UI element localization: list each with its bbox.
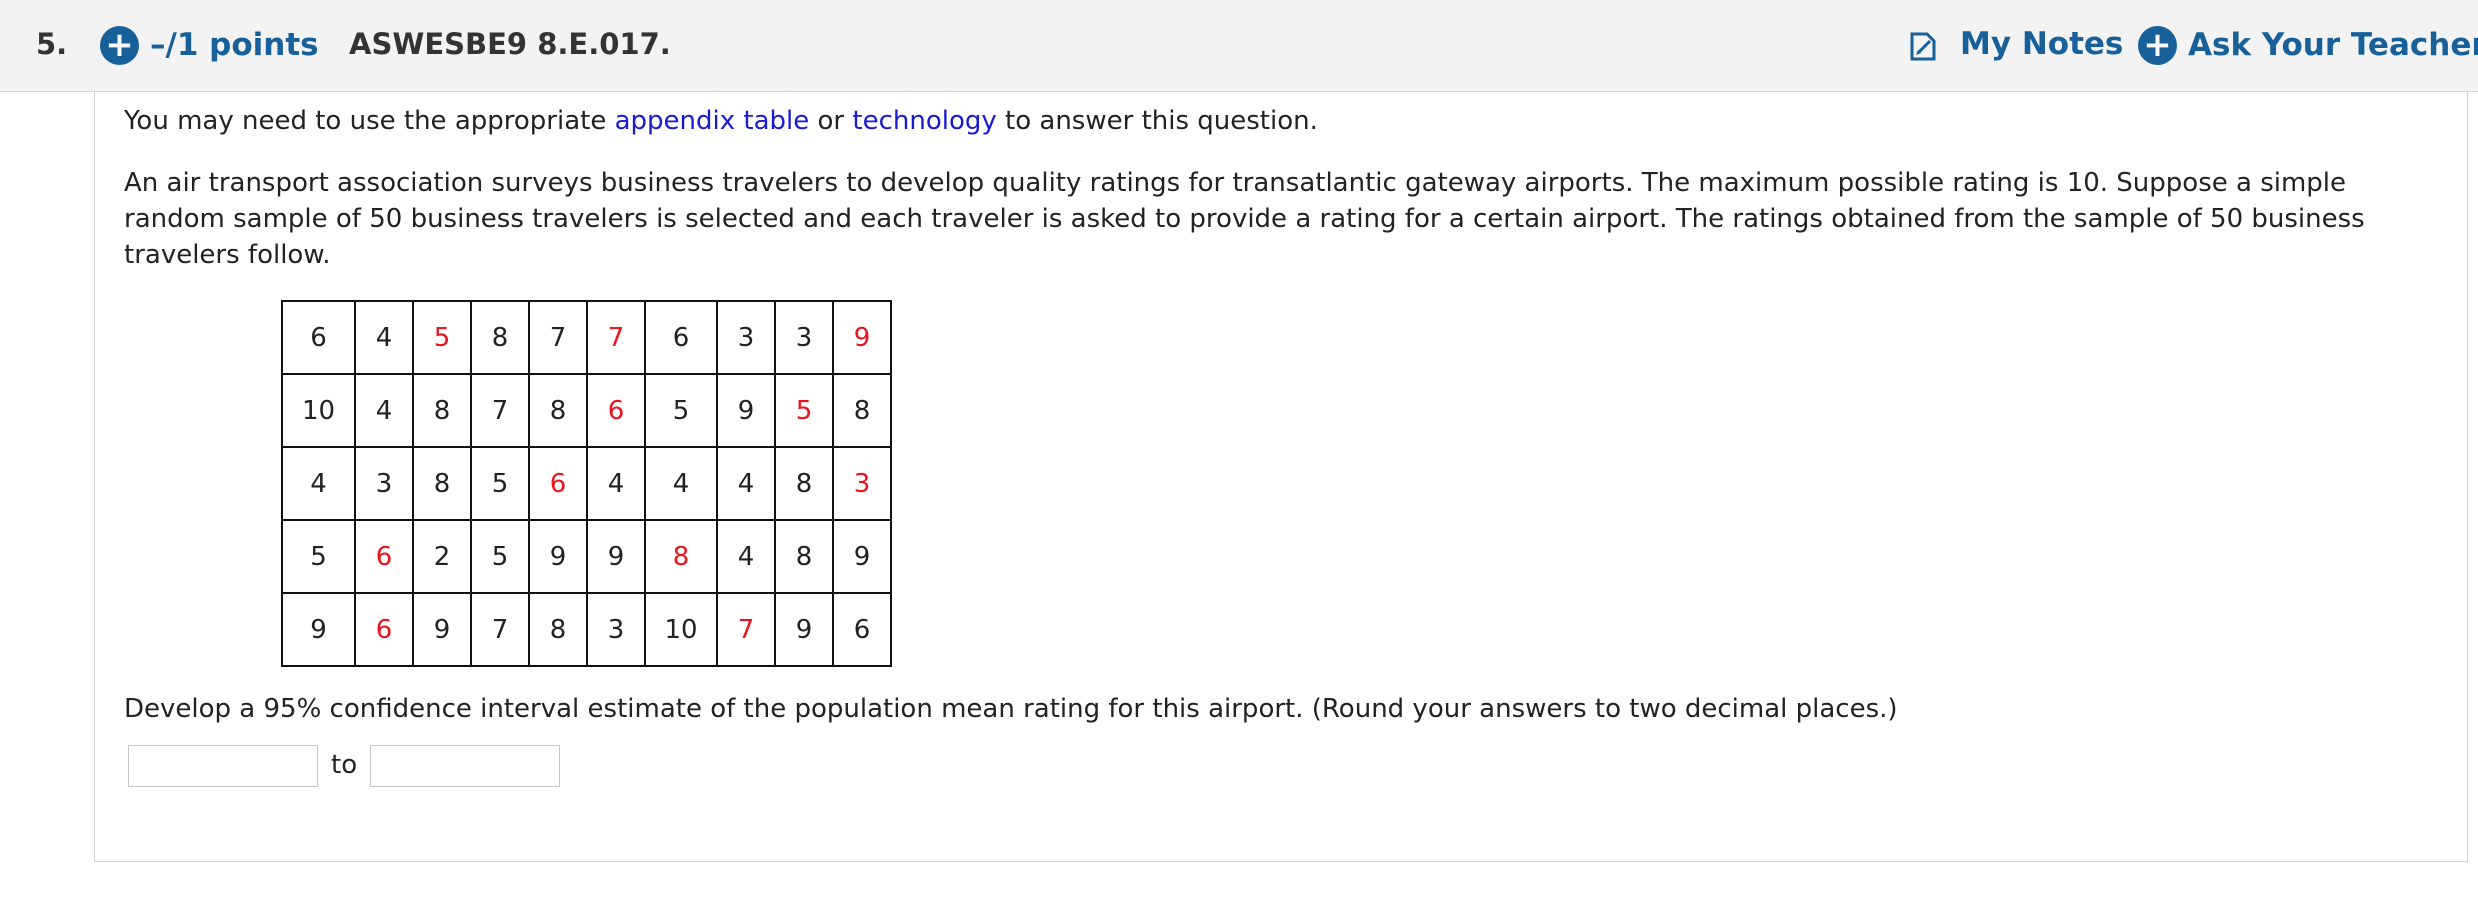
table-cell: 6 [832,592,892,667]
table-cell: 5 [774,373,834,448]
table-cell: 10 [281,373,356,448]
table-cell: 8 [644,519,718,594]
table-cell: 8 [528,592,588,667]
table-cell: 3 [832,446,892,521]
table-cell: 6 [644,300,718,375]
table-cell: 2 [412,519,472,594]
points-label: –/1 points [150,27,319,63]
table-cell: 6 [281,300,356,375]
table-cell: 3 [774,300,834,375]
table-cell: 8 [412,373,472,448]
table-cell: 8 [774,519,834,594]
table-cell: 4 [281,446,356,521]
table-cell: 7 [716,592,776,667]
table-cell: 6 [354,519,414,594]
table-cell: 4 [354,300,414,375]
plus-circle-icon: + [100,26,139,65]
table-cell: 5 [470,446,530,521]
question-id: ASWESBE9 8.E.017. [349,27,671,61]
table-cell: 7 [586,300,646,375]
table-row: 9 6 9 7 8 3 10 7 9 6 [281,592,892,667]
table-cell: 9 [716,373,776,448]
table-cell: 5 [281,519,356,594]
table-cell: 6 [528,446,588,521]
table-cell: 8 [832,373,892,448]
ratings-table: 6 4 5 8 7 7 6 3 3 9 10 4 8 7 8 6 5 9 5 8 4 3 8 5 6 4 4 4 8 3 5 6 2 5 9 9 8 4 8… [281,300,892,667]
upper-bound-input[interactable] [370,745,560,787]
intro-prefix: You may need to use the appropriate [124,106,615,136]
table-cell: 8 [528,373,588,448]
table-cell: 4 [354,373,414,448]
table-cell: 9 [412,592,472,667]
appendix-table-link[interactable]: appendix table [615,106,810,136]
table-cell: 3 [586,592,646,667]
table-cell: 6 [354,592,414,667]
table-row: 6458776339 [281,300,892,375]
table-row: 10 4 8 7 8 6 5 9 5 8 [281,373,892,448]
note-edit-icon [1910,32,1936,61]
plus-circle-icon: + [2138,26,2177,65]
table-cell: 4 [716,519,776,594]
intro-middle: or [809,106,853,136]
to-label: to [331,750,358,780]
table-cell: 4 [644,446,718,521]
table-cell: 9 [528,519,588,594]
table-cell: 4 [716,446,776,521]
table-row: 5625998489 [281,519,892,594]
table-cell: 9 [774,592,834,667]
table-cell: 9 [586,519,646,594]
table-cell: 5 [412,300,472,375]
table-cell: 4 [586,446,646,521]
table-cell: 3 [716,300,776,375]
table-cell: 10 [644,592,718,667]
lower-bound-input[interactable] [128,745,318,787]
table-cell: 7 [470,373,530,448]
technology-link[interactable]: technology [852,106,996,136]
my-notes-label: My Notes [1960,26,2124,62]
ask-teacher-label: Ask Your Teacher [2188,27,2478,63]
problem-paragraph: An air transport association surveys bus… [124,168,2365,270]
table-row: 4385644483 [281,446,892,521]
table-cell: 7 [470,592,530,667]
intro-text: You may need to use the appropriate appe… [124,106,1318,136]
table-cell: 7 [528,300,588,375]
table-cell: 8 [774,446,834,521]
intro-suffix: to answer this question. [996,106,1318,136]
table-cell: 9 [832,519,892,594]
table-cell: 8 [470,300,530,375]
table-cell: 5 [470,519,530,594]
table-cell: 9 [832,300,892,375]
table-cell: 3 [354,446,414,521]
question-header: 5. + –/1 points ASWESBE9 8.E.017. My Not… [0,0,2478,92]
question-number: 5. [36,27,68,61]
table-cell: 8 [412,446,472,521]
table-cell: 6 [586,373,646,448]
table-cell: 5 [644,373,718,448]
question-prompt: Develop a 95% confidence interval estima… [124,694,1898,724]
table-cell: 9 [281,592,356,667]
